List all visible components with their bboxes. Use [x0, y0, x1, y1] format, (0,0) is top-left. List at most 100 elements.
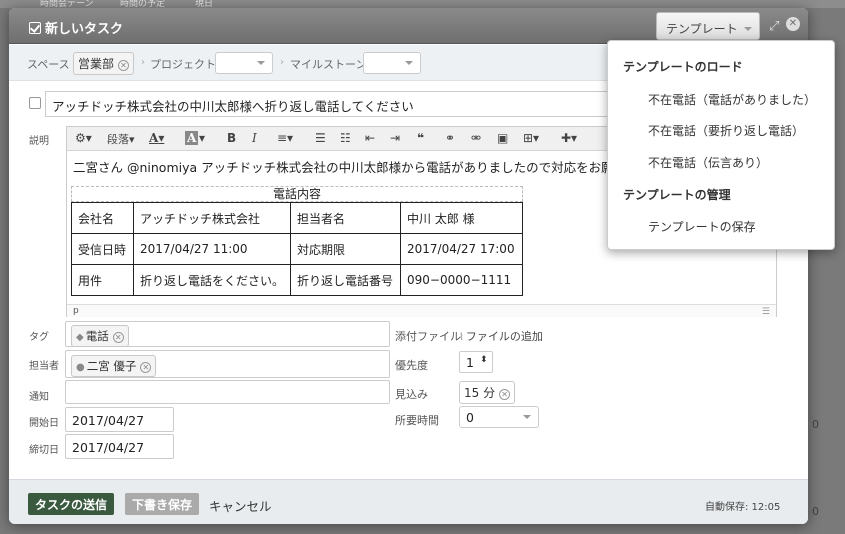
project-select[interactable] — [215, 52, 273, 74]
autosave-status: 自動保存: 12:05 — [705, 502, 781, 513]
quote-icon[interactable]: ❝ — [417, 131, 424, 145]
template-menu-item[interactable]: 不在電話（伝言あり） — [648, 154, 768, 171]
background-note: 0 — [812, 505, 819, 518]
image-icon[interactable]: ▣ — [497, 131, 508, 145]
font-color-icon[interactable]: A▾ — [149, 131, 164, 145]
table-cell: 対応期限 — [290, 233, 402, 265]
notify-input[interactable] — [65, 380, 390, 404]
start-date-label: 開始日 — [29, 418, 59, 429]
table-cell: 受信日時 — [71, 233, 134, 265]
table-icon[interactable]: ⊞▾ — [523, 131, 539, 145]
remove-icon[interactable]: ✕ — [140, 362, 152, 373]
project-label: プロジェクト — [150, 58, 216, 71]
save-template-item[interactable]: テンプレートの保存 — [648, 218, 756, 235]
chevron-right-icon: › — [141, 57, 145, 68]
dialog-title: 新しいタスク — [29, 18, 123, 37]
template-dropdown-menu: テンプレートのロード 不在電話（電話がありました） 不在電話（要折り返し電話） … — [607, 40, 835, 250]
milestone-select[interactable] — [363, 52, 421, 74]
table-row: 受信日時 2017/04/27 11:00 対応期限 2017/04/27 17… — [71, 233, 523, 265]
table-cell: 090−0000−1111 — [400, 264, 523, 296]
template-button[interactable]: テンプレート — [656, 12, 760, 40]
chevron-down-icon — [405, 61, 413, 65]
template-manage-header: テンプレートの管理 — [623, 188, 731, 202]
chevron-right-icon: › — [280, 57, 284, 68]
table-cell: 2017/04/27 17:00 — [400, 233, 523, 265]
plugin-icon[interactable]: ✚▾ — [561, 131, 577, 145]
table-cell: 会社名 — [71, 202, 134, 234]
description-label: 説明 — [29, 136, 49, 147]
background-note: 0 — [812, 418, 819, 431]
table-cell: 用件 — [71, 264, 134, 296]
milestone-label: マイルストーン — [290, 58, 367, 71]
table-cell: 折り返し電話をください。 — [132, 264, 292, 296]
estimate-label: 見込み — [395, 388, 428, 401]
paragraph-format-dropdown[interactable]: 段落▾ — [107, 131, 135, 147]
table-cell: 担当者名 — [290, 202, 402, 234]
assignee-field[interactable]: ● 二宮 優子 ✕ — [65, 350, 390, 378]
table-row: 用件 折り返し電話をください。 折り返し電話番号 090−0000−1111 — [71, 264, 523, 296]
expand-icon[interactable]: ⤢ — [769, 19, 779, 34]
bullet-list-icon[interactable]: ☰ — [315, 131, 326, 145]
align-icon[interactable]: ≡▾ — [277, 131, 293, 145]
due-date-label: 締切日 — [29, 445, 59, 456]
template-menu-item[interactable]: 不在電話（電話がありました） — [648, 91, 816, 108]
outdent-icon[interactable]: ⇤ — [365, 131, 375, 145]
background-header: 時間会テーン 時間の予定 現日 — [0, 0, 845, 9]
background-color-icon[interactable]: A — [185, 131, 199, 145]
send-task-button[interactable]: タスクの送信 — [28, 493, 115, 515]
priority-select[interactable]: 1 ⬍ — [459, 351, 493, 373]
table-row: 会社名 アッチドッチ株式会社 担当者名 中川 太郎 様 — [71, 202, 523, 234]
assignee-chip[interactable]: ● 二宮 優子 ✕ — [71, 355, 157, 377]
resize-grip-icon[interactable]: ☰ — [762, 306, 770, 318]
remove-icon[interactable]: ✕ — [499, 389, 511, 400]
remove-icon[interactable]: ✕ — [112, 332, 124, 343]
chevron-down-icon — [743, 27, 752, 31]
cancel-button[interactable]: キャンセル — [209, 496, 272, 515]
tag-icon: ◆ — [76, 332, 84, 343]
unlink-icon[interactable]: ⚮ — [471, 131, 481, 145]
start-date-input[interactable]: 2017/04/27 — [65, 407, 174, 432]
due-date-input[interactable]: 2017/04/27 — [65, 434, 174, 459]
table-cell: 中川 太郎 様 — [400, 202, 523, 234]
paperclip-icon: ⌇ — [459, 332, 464, 343]
remove-icon[interactable]: ✕ — [118, 60, 130, 71]
phone-memo-table: 会社名 アッチドッチ株式会社 担当者名 中川 太郎 様 受信日時 2017/04… — [71, 202, 523, 296]
table-cell: アッチドッチ株式会社 — [132, 202, 292, 234]
task-complete-checkbox[interactable] — [29, 97, 41, 109]
table-cell: 折り返し電話番号 — [290, 264, 402, 296]
tag-chip[interactable]: ◆ 電話 ✕ — [71, 325, 129, 347]
italic-icon[interactable]: I — [252, 131, 257, 145]
checkbox-icon — [29, 22, 41, 34]
editor-body-text: 二宮さん @ninomiya アッチドッチ株式会社の中川太郎様から電話がありまし… — [73, 160, 675, 175]
template-load-header: テンプレートのロード — [623, 60, 743, 74]
gear-icon[interactable]: ⚙▾ — [75, 131, 92, 145]
user-icon: ● — [76, 362, 85, 373]
chevron-down-icon[interactable]: ▾ — [199, 131, 205, 145]
estimate-chip[interactable]: 15 分 ✕ — [459, 381, 516, 404]
element-path: p — [73, 306, 79, 316]
save-draft-button[interactable]: 下書き保存 — [125, 493, 200, 515]
numbered-list-icon[interactable]: ☷ — [340, 131, 351, 145]
space-tag[interactable]: 営業部 ✕ — [73, 52, 135, 75]
template-menu-item[interactable]: 不在電話（要折り返し電話） — [648, 122, 804, 139]
indent-icon[interactable]: ⇥ — [390, 131, 400, 145]
bold-icon[interactable]: B — [227, 131, 236, 145]
dialog-footer: タスクの送信 下書き保存 キャンセル 自動保存: 12:05 — [9, 479, 808, 524]
close-icon[interactable]: ✕ — [786, 17, 800, 31]
duration-label: 所要時間 — [395, 414, 439, 427]
duration-select[interactable]: 0 — [459, 406, 539, 428]
link-icon[interactable]: ⚭ — [445, 131, 455, 145]
table-caption: 電話内容 — [71, 186, 523, 202]
priority-label: 優先度 — [395, 359, 428, 372]
notify-label: 通知 — [29, 392, 49, 403]
tag-field[interactable]: ◆ 電話 ✕ — [65, 321, 390, 347]
editor-statusbar: p ☰ — [67, 304, 776, 317]
space-label: スペース — [27, 58, 70, 71]
stepper-icon: ⬍ — [480, 355, 488, 365]
table-cell: 2017/04/27 11:00 — [132, 233, 292, 265]
attachment-label: 添付ファイル — [395, 330, 461, 343]
dialog-titlebar: 新しいタスク テンプレート ⤢ ✕ — [9, 8, 808, 44]
tag-label: タグ — [29, 332, 49, 343]
add-file-link[interactable]: ⌇ ファイルの追加 — [459, 328, 543, 344]
chevron-down-icon — [523, 415, 531, 419]
